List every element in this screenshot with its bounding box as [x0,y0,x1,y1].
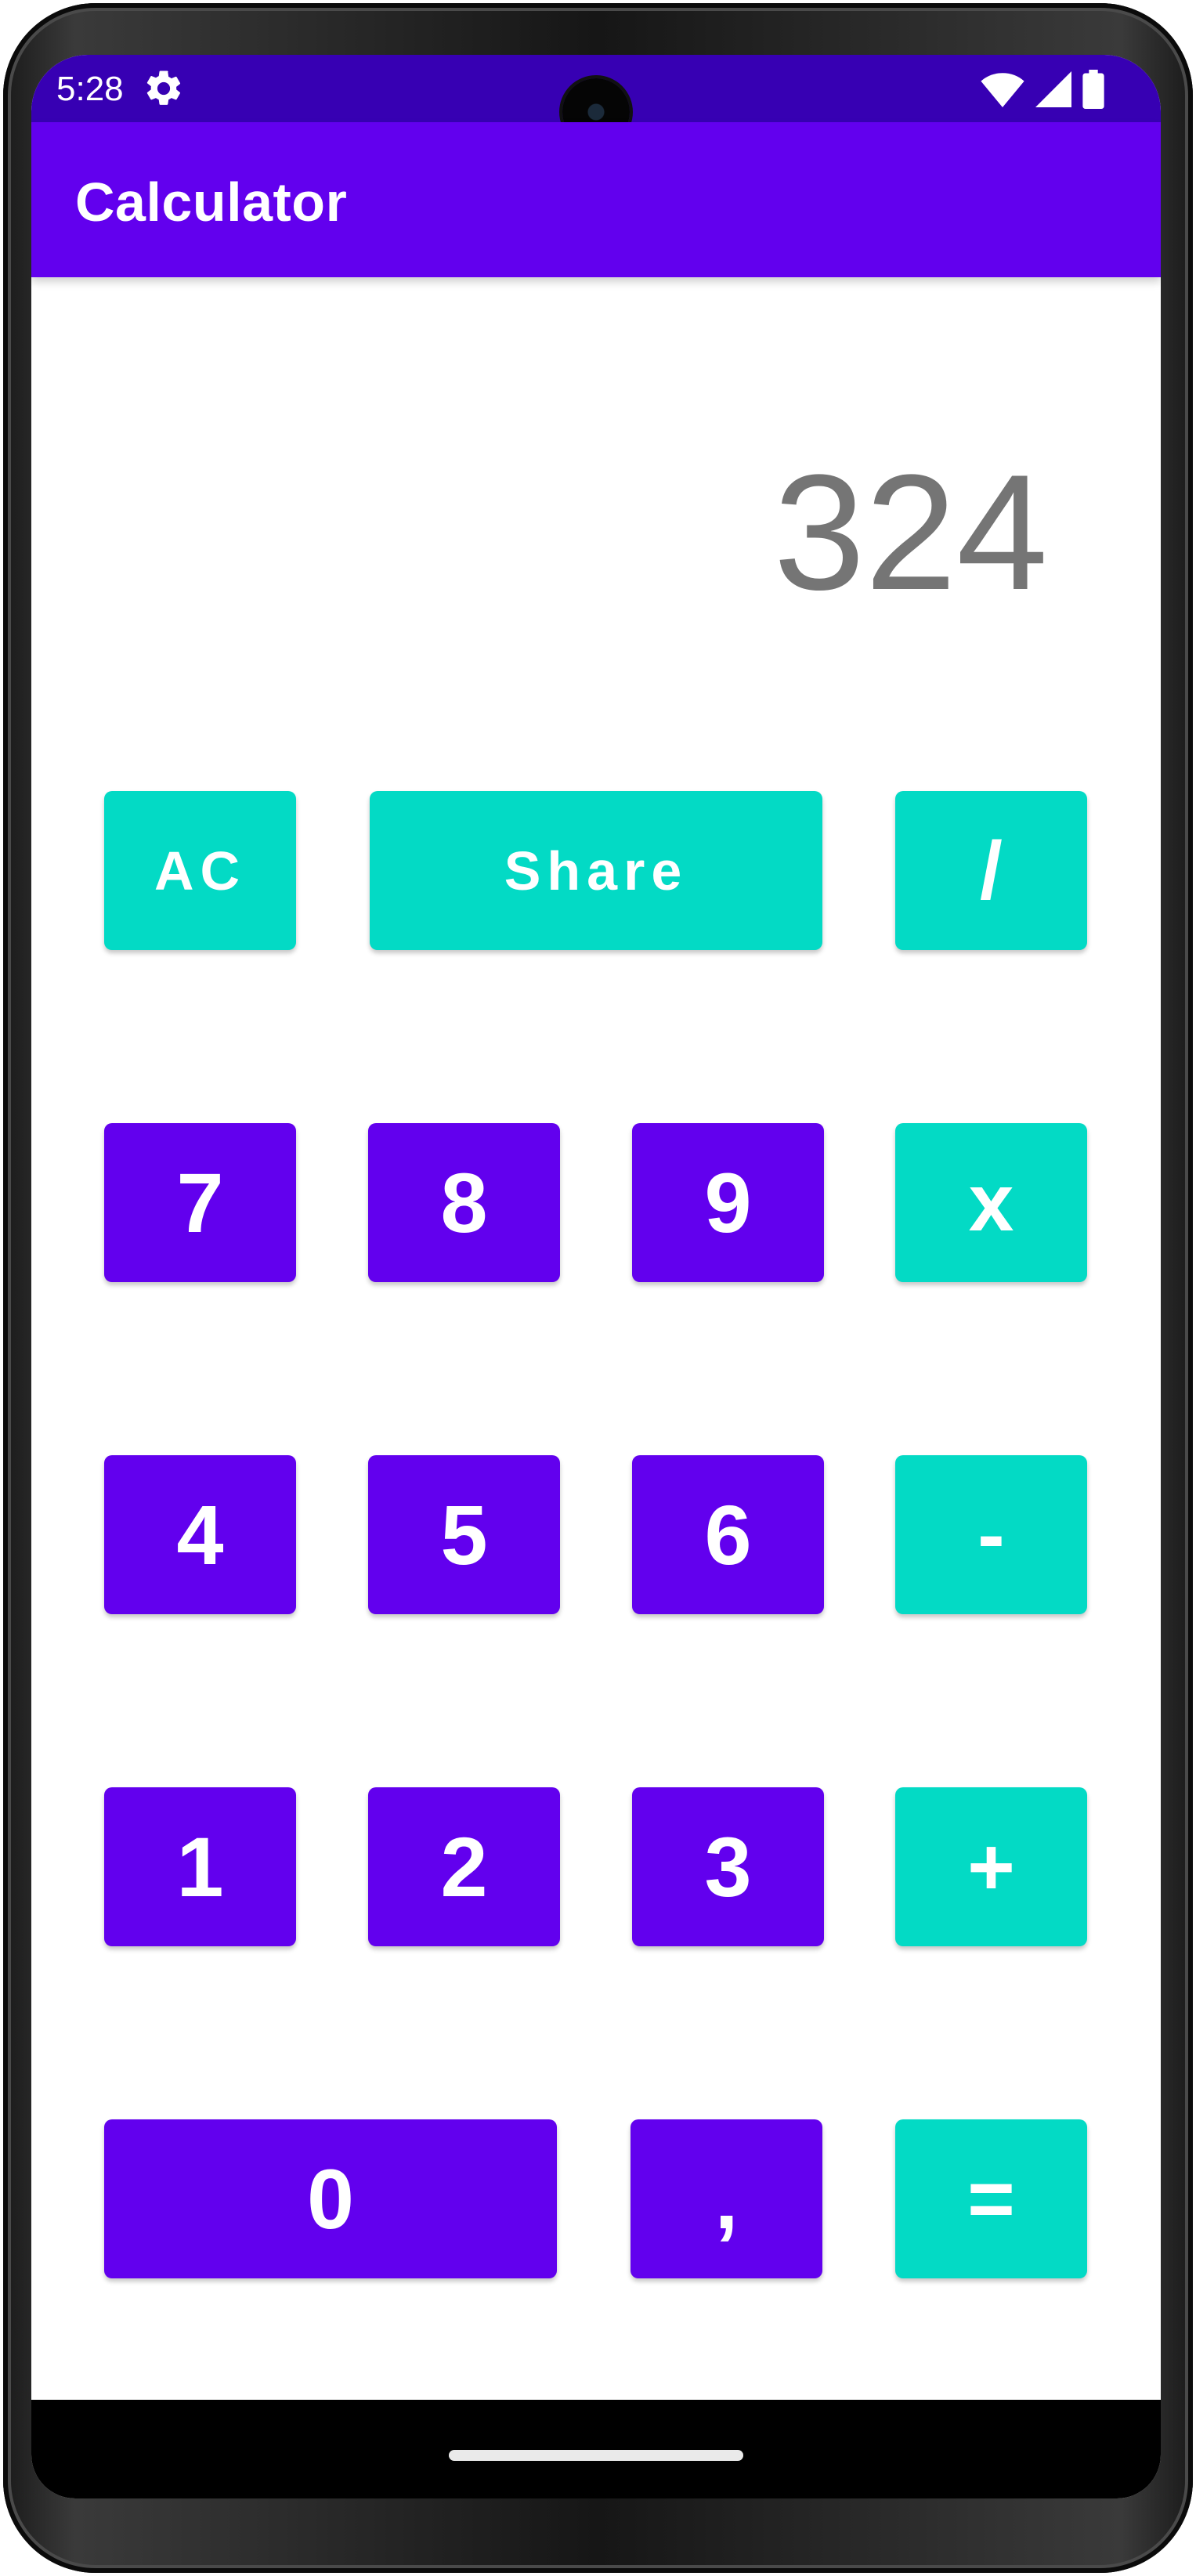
app-bar: Calculator [31,122,1161,277]
status-bar: 5:28 [31,55,1161,146]
multiply-button-label: x [968,1157,1014,1248]
digit-1-button[interactable]: 1 [104,1787,296,1946]
cellular-signal-icon [1035,71,1071,107]
digit-3-button[interactable]: 3 [632,1787,824,1946]
digit-1-label: 1 [176,1819,224,1914]
equals-button[interactable]: = [895,2119,1087,2278]
digit-4-label: 4 [176,1487,224,1582]
divide-button[interactable]: / [895,791,1087,950]
clear-button-label: AC [154,840,247,901]
digit-3-label: 3 [704,1819,752,1914]
navigation-bar [31,2400,1161,2498]
digit-8-button[interactable]: 8 [368,1123,560,1282]
result-display: 324 [773,440,1048,624]
clear-button[interactable]: AC [104,791,296,950]
digit-4-button[interactable]: 4 [104,1455,296,1614]
phone-device: 5:28 Calculator 324 AC Share / 7 8 9 x 4… [0,0,1196,2576]
battery-icon [1082,70,1104,109]
plus-button-label: + [967,1821,1015,1913]
multiply-button[interactable]: x [895,1123,1087,1282]
phone-screen: 5:28 Calculator 324 AC Share / 7 8 9 x 4… [31,55,1161,2498]
digit-9-button[interactable]: 9 [632,1123,824,1282]
digit-8-label: 8 [440,1154,488,1250]
digit-5-button[interactable]: 5 [368,1455,560,1614]
divide-button-label: / [980,825,1003,916]
status-time: 5:28 [56,70,124,108]
digit-6-button[interactable]: 6 [632,1455,824,1614]
digit-6-label: 6 [704,1487,752,1582]
digit-2-button[interactable]: 2 [368,1787,560,1946]
status-icons [981,69,1104,110]
minus-button-label: - [977,1489,1005,1581]
app-title: Calculator [75,172,348,233]
digit-5-label: 5 [440,1487,488,1582]
digit-0-button[interactable]: 0 [104,2119,557,2278]
digit-9-label: 9 [704,1154,752,1250]
digit-0-label: 0 [306,2151,355,2246]
digit-7-button[interactable]: 7 [104,1123,296,1282]
digit-7-label: 7 [176,1154,224,1250]
equals-button-label: = [967,2153,1015,2245]
gear-icon [146,70,181,105]
plus-button[interactable]: + [895,1787,1087,1946]
share-button[interactable]: Share [370,791,822,950]
home-gesture-handle[interactable] [449,2450,743,2461]
digit-2-label: 2 [440,1819,488,1914]
wifi-icon [981,73,1024,107]
share-button-label: Share [504,840,688,901]
decimal-comma-button[interactable]: , [631,2119,822,2278]
decimal-comma-label: , [714,2151,739,2246]
minus-button[interactable]: - [895,1455,1087,1614]
